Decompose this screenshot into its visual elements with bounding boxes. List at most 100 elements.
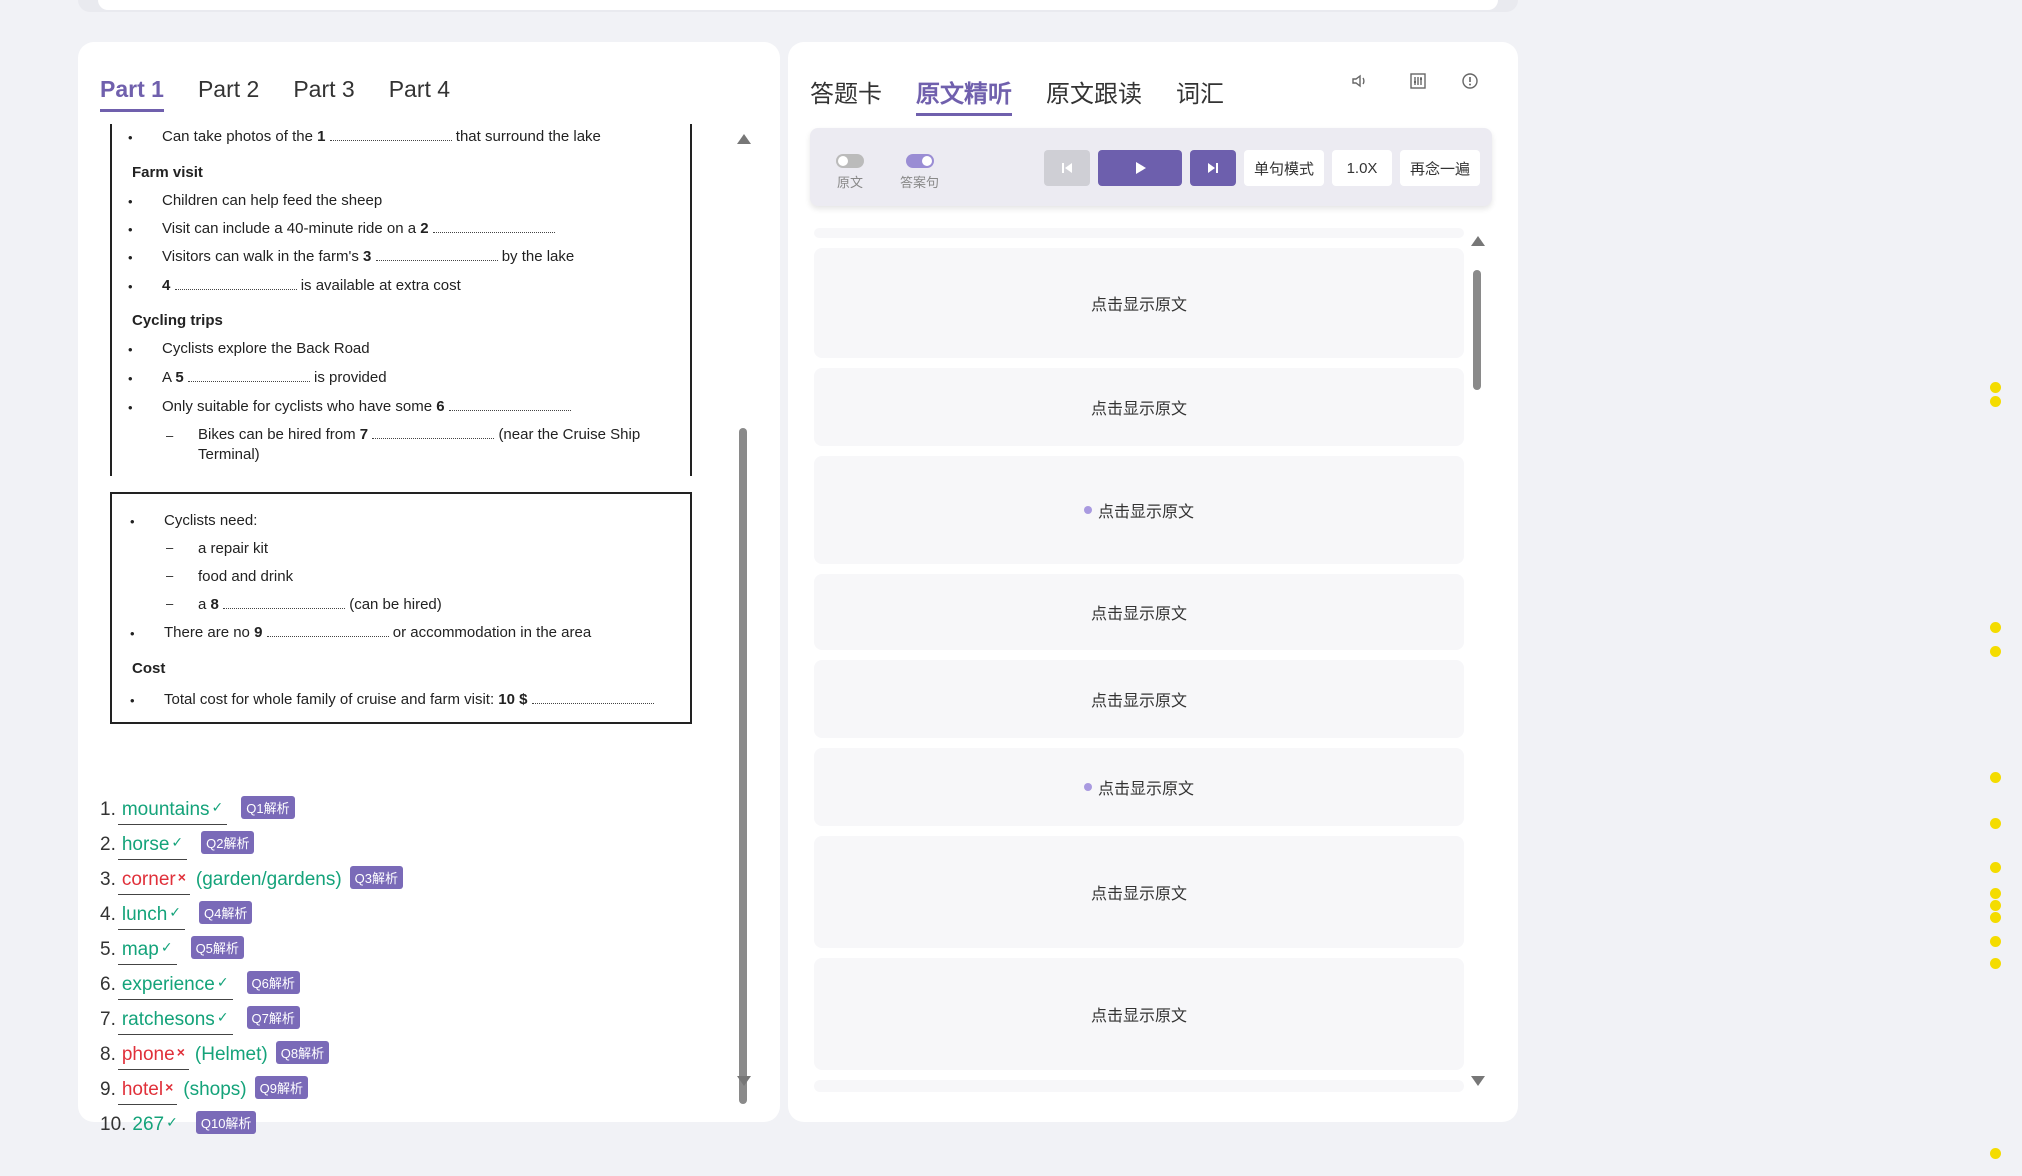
text: There are no: [164, 624, 250, 641]
sentence-card[interactable]: 点击显示原文: [814, 958, 1464, 1070]
scroll-thumb[interactable]: [1473, 270, 1481, 390]
play-icon[interactable]: [1098, 150, 1182, 186]
skip-previous-icon[interactable]: [1044, 150, 1090, 186]
analysis-button-q10[interactable]: Q10解析: [195, 1111, 257, 1134]
tab-shadow-reading[interactable]: 原文跟读: [1046, 74, 1142, 116]
analysis-button-q6[interactable]: Q6解析: [246, 971, 300, 994]
bullet: •: [128, 222, 133, 237]
answer-row: 10. 267 ✓ Q10解析: [100, 1111, 257, 1141]
answer-word: 267 ✓: [128, 1114, 181, 1139]
bullet: •: [128, 194, 133, 209]
answer-text: experience: [121, 974, 215, 995]
scroll-down-arrow-icon[interactable]: [1471, 1076, 1485, 1086]
sentence-card[interactable]: 点击显示原文: [814, 836, 1464, 948]
answer-blank: [223, 596, 346, 609]
analysis-button-q8[interactable]: Q8解析: [275, 1041, 330, 1064]
sentence-card-partial: [814, 1080, 1464, 1092]
correct-answer: (Helmet): [194, 1044, 268, 1065]
notes-line: Cyclists explore the Back Road: [162, 340, 370, 357]
scroll-down-arrow-icon[interactable]: [737, 1076, 751, 1086]
highlight-dot: [1990, 862, 2001, 873]
sentence-card[interactable]: 点击显示原文: [814, 456, 1464, 564]
tab-part-1[interactable]: Part 1: [100, 76, 164, 112]
scroll-thumb[interactable]: [739, 428, 747, 1104]
answer-text: hotel: [121, 1079, 164, 1100]
answer-word: map ✓: [117, 939, 177, 965]
show-text-label: 点击显示原文: [1090, 693, 1187, 710]
highlight-dot: [1990, 396, 2001, 407]
notes-line: food and drink: [198, 568, 294, 585]
answer-number: 4.: [100, 904, 116, 925]
original-text-toggle[interactable]: 原文: [836, 154, 864, 191]
answer-text: mountains: [121, 799, 210, 820]
analysis-button-q5[interactable]: Q5解析: [190, 936, 244, 959]
answer-sentence-toggle[interactable]: 答案句: [900, 154, 939, 191]
answer-row: 9. hotel × (shops) Q9解析: [100, 1076, 308, 1106]
notes-line: 4 is available at extra cost: [162, 277, 461, 294]
equalizer-icon[interactable]: [1408, 72, 1428, 92]
check-icon: ✓: [169, 904, 182, 920]
answer-word: experience ✓: [117, 974, 233, 1000]
tab-vocabulary[interactable]: 词汇: [1176, 74, 1224, 116]
analysis-button-q1[interactable]: Q1解析: [241, 796, 295, 819]
tab-part-2[interactable]: Part 2: [198, 76, 259, 112]
sentence-card[interactable]: 点击显示原文: [814, 574, 1464, 650]
heading-cost: Cost: [132, 660, 166, 677]
volume-icon[interactable]: [1350, 72, 1370, 92]
audio-player-bar: 原文 答案句 单句模式 1.0X 再念一遍: [810, 128, 1492, 206]
sentence-list: 点击显示原文 点击显示原文 点击显示原文 点击显示原文 点击显示原文 点击显示原…: [814, 228, 1474, 1092]
part-tabs: Part 1 Part 2 Part 3 Part 4: [100, 76, 450, 112]
question-number: 10 $: [498, 691, 528, 708]
answer-blank: [372, 426, 495, 439]
answer-word: corner ×: [117, 869, 190, 895]
tab-part-3[interactable]: Part 3: [293, 76, 354, 112]
skip-next-icon[interactable]: [1190, 150, 1236, 186]
repeat-button[interactable]: 再念一遍: [1400, 150, 1480, 186]
single-sentence-mode-button[interactable]: 单句模式: [1244, 150, 1324, 186]
tab-intensive-listening[interactable]: 原文精听: [916, 74, 1012, 116]
analysis-button-q9[interactable]: Q9解析: [254, 1076, 308, 1099]
heading-cycling-trips: Cycling trips: [132, 312, 223, 329]
question-number: 7: [359, 426, 369, 443]
analysis-button-q3[interactable]: Q3解析: [349, 866, 404, 889]
answer-text: ratchesons: [121, 1009, 215, 1030]
highlight-dot: [1990, 382, 2001, 393]
question-number: 5: [175, 369, 184, 386]
right-scrollbar[interactable]: [1470, 236, 1485, 1086]
text: Visit can include a 40-minute ride on a: [162, 220, 417, 237]
left-scrollbar[interactable]: [736, 134, 751, 1104]
analysis-button-q7[interactable]: Q7解析: [246, 1006, 300, 1029]
highlight-dot: [1990, 958, 2001, 969]
dash: –: [166, 568, 174, 583]
text: A: [162, 369, 172, 386]
question-number: 1: [317, 128, 326, 145]
analysis-button-q2[interactable]: Q2解析: [201, 831, 255, 854]
analysis-button-q4[interactable]: Q4解析: [199, 901, 253, 924]
tab-part-4[interactable]: Part 4: [389, 76, 450, 112]
sentence-card[interactable]: 点击显示原文: [814, 660, 1464, 738]
question-number: 8: [210, 596, 219, 613]
highlight-dot: [1990, 912, 2001, 923]
sentence-card[interactable]: 点击显示原文: [814, 368, 1464, 446]
text: by the lake: [501, 248, 575, 265]
playback-speed-button[interactable]: 1.0X: [1332, 150, 1392, 186]
answer-blank: [174, 277, 297, 290]
show-text-label: 点击显示原文: [1097, 504, 1194, 521]
answer-word: horse ✓: [117, 834, 188, 860]
info-icon[interactable]: [1460, 72, 1480, 92]
check-icon: ✓: [166, 1114, 178, 1130]
toggle-switch-off[interactable]: [836, 154, 864, 168]
toggle-switch-on[interactable]: [905, 154, 934, 168]
sentence-card[interactable]: 点击显示原文: [814, 248, 1464, 358]
sentence-card[interactable]: 点击显示原文: [814, 748, 1464, 826]
scroll-up-arrow-icon[interactable]: [1471, 236, 1485, 246]
text: is provided: [314, 369, 387, 386]
bullet: •: [128, 130, 133, 145]
tab-answer-sheet[interactable]: 答题卡: [810, 74, 882, 116]
cross-icon: ×: [177, 869, 186, 885]
notes-line: There are no 9 or accommodation in the a…: [164, 624, 591, 641]
answer-marker-dot: [1083, 506, 1092, 514]
scroll-up-arrow-icon[interactable]: [737, 134, 751, 144]
show-text-label: 点击显示原文: [1090, 606, 1187, 623]
dash: –: [166, 428, 174, 443]
